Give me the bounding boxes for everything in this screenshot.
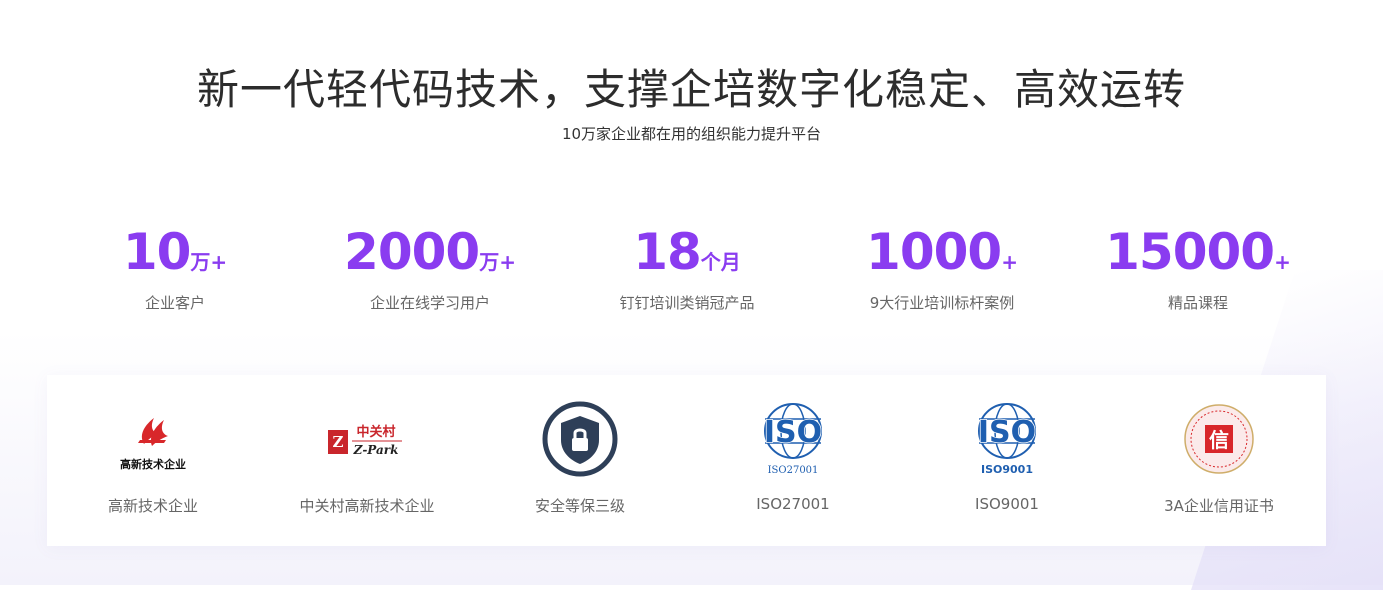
page-title: 新一代轻代码技术，支撑企培数字化稳定、高效运转 xyxy=(196,65,1186,114)
stat-number: 15000 xyxy=(1105,223,1275,281)
stat-label: 企业在线学习用户 xyxy=(369,294,490,312)
stat-unit: + xyxy=(1274,250,1291,274)
zpark-logo: Z 中关村 Z-Park xyxy=(257,399,477,479)
iso-globe-logo: ISO ISO9001 xyxy=(897,399,1117,479)
cert-item: 信 3A企业信用证书 xyxy=(1109,399,1329,516)
cert-label: 安全等保三级 xyxy=(534,497,625,515)
svg-text:ISO27001: ISO27001 xyxy=(768,465,819,476)
cert-item: 安全等保三级 xyxy=(470,399,690,516)
stat-number: 10 xyxy=(122,223,192,281)
stat-label: 钉钉培训类销冠产品 xyxy=(619,294,755,312)
stat-item: 10万+ 企业客户 xyxy=(50,222,300,313)
svg-text:Z: Z xyxy=(333,433,344,451)
stat-item: 15000+ 精品课程 xyxy=(1073,222,1323,313)
stat-item: 18个月 钉钉培训类销冠产品 xyxy=(562,222,812,313)
svg-text:Z-Park: Z-Park xyxy=(353,443,399,457)
stat-label: 企业客户 xyxy=(144,294,205,312)
svg-text:中关村: 中关村 xyxy=(356,424,395,440)
stat-label: 精品课程 xyxy=(1167,294,1228,312)
security-shield-icon xyxy=(470,399,690,479)
stat-unit: 万+ xyxy=(479,250,516,274)
cert-item: Z 中关村 Z-Park 中关村高新技术企业 xyxy=(257,399,477,516)
cert-label: 3A企业信用证书 xyxy=(1164,497,1274,515)
credit-seal-logo: 信 xyxy=(1109,399,1329,479)
high-tech-enterprise-logo: 高新技术企业 xyxy=(43,399,263,479)
stats-row: 10万+ 企业客户 2000万+ 企业在线学习用户 18个月 钉钉培训类销冠产品… xyxy=(0,222,1383,322)
svg-text:ISO: ISO xyxy=(978,415,1036,450)
stat-unit: + xyxy=(1001,250,1018,274)
cert-item: ISO ISO27001 ISO27001 xyxy=(683,399,903,513)
stat-unit: 万+ xyxy=(190,250,228,274)
stat-unit: 个月 xyxy=(700,250,741,274)
stat-item: 2000万+ 企业在线学习用户 xyxy=(305,222,555,313)
page-subtitle: 10万家企业都在用的组织能力提升平台 xyxy=(561,125,822,143)
stat-number: 18 xyxy=(633,223,702,281)
stat-number: 2000 xyxy=(344,223,480,281)
cert-label: 高新技术企业 xyxy=(107,497,198,515)
stat-item: 1000+ 9大行业培训标杆案例 xyxy=(817,222,1067,313)
iso-globe-logo: ISO ISO27001 xyxy=(683,399,903,479)
cert-item: ISO ISO9001 ISO9001 xyxy=(897,399,1117,513)
certifications-card: 高新技术企业 高新技术企业 Z 中关村 Z-Park 中关村高新技术企业 安全等… xyxy=(47,375,1326,546)
svg-text:ISO9001: ISO9001 xyxy=(981,463,1033,476)
svg-text:ISO: ISO xyxy=(764,415,822,450)
cert-item: 高新技术企业 高新技术企业 xyxy=(43,399,263,516)
stat-number: 1000 xyxy=(866,223,1002,281)
cert-label: ISO27001 xyxy=(756,495,830,513)
cert-label: 中关村高新技术企业 xyxy=(299,497,435,515)
svg-text:高新技术企业: 高新技术企业 xyxy=(120,457,186,471)
cert-label: ISO9001 xyxy=(975,495,1039,513)
stat-label: 9大行业培训标杆案例 xyxy=(869,294,1015,312)
svg-text:信: 信 xyxy=(1209,428,1229,452)
